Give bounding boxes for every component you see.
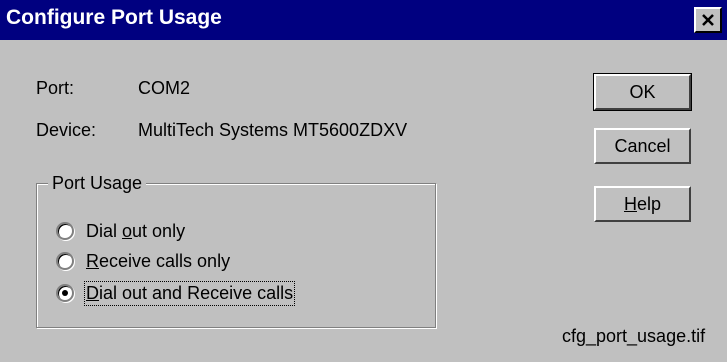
configure-port-usage-dialog: Configure Port Usage Port: COM2 Device: … [0,0,727,362]
close-icon [702,14,714,26]
close-button[interactable] [694,7,722,33]
radio-label-dial-out-only: Dial out only [86,220,186,241]
port-label: Port: [36,78,75,98]
radio-receive-calls-only[interactable]: Receive calls only [56,248,230,274]
port-value: COM2 [138,78,191,98]
help-button[interactable]: Help [594,186,691,222]
file-caption: cfg_port_usage.tif [562,326,706,346]
radio-label-dial-out-and-receive: Dial out and Receive calls [83,280,296,306]
radio-dial-out-and-receive[interactable]: Dial out and Receive calls [56,280,296,306]
device-label: Device: [36,120,97,140]
radio-button[interactable] [56,252,74,270]
radio-selected-dot [62,290,68,296]
port-usage-legend: Port Usage [48,173,147,194]
title-bar[interactable]: Configure Port Usage [0,0,727,40]
cancel-button[interactable]: Cancel [594,128,691,164]
dialog-title: Configure Port Usage [6,6,222,29]
radio-button-selected[interactable] [56,284,74,302]
ok-button[interactable]: OK [593,73,692,111]
radio-button[interactable] [56,222,74,240]
device-value: MultiTech Systems MT5600ZDXV [138,120,408,140]
radio-label-receive-calls-only: Receive calls only [86,250,231,271]
radio-dial-out-only[interactable]: Dial out only [56,218,185,244]
